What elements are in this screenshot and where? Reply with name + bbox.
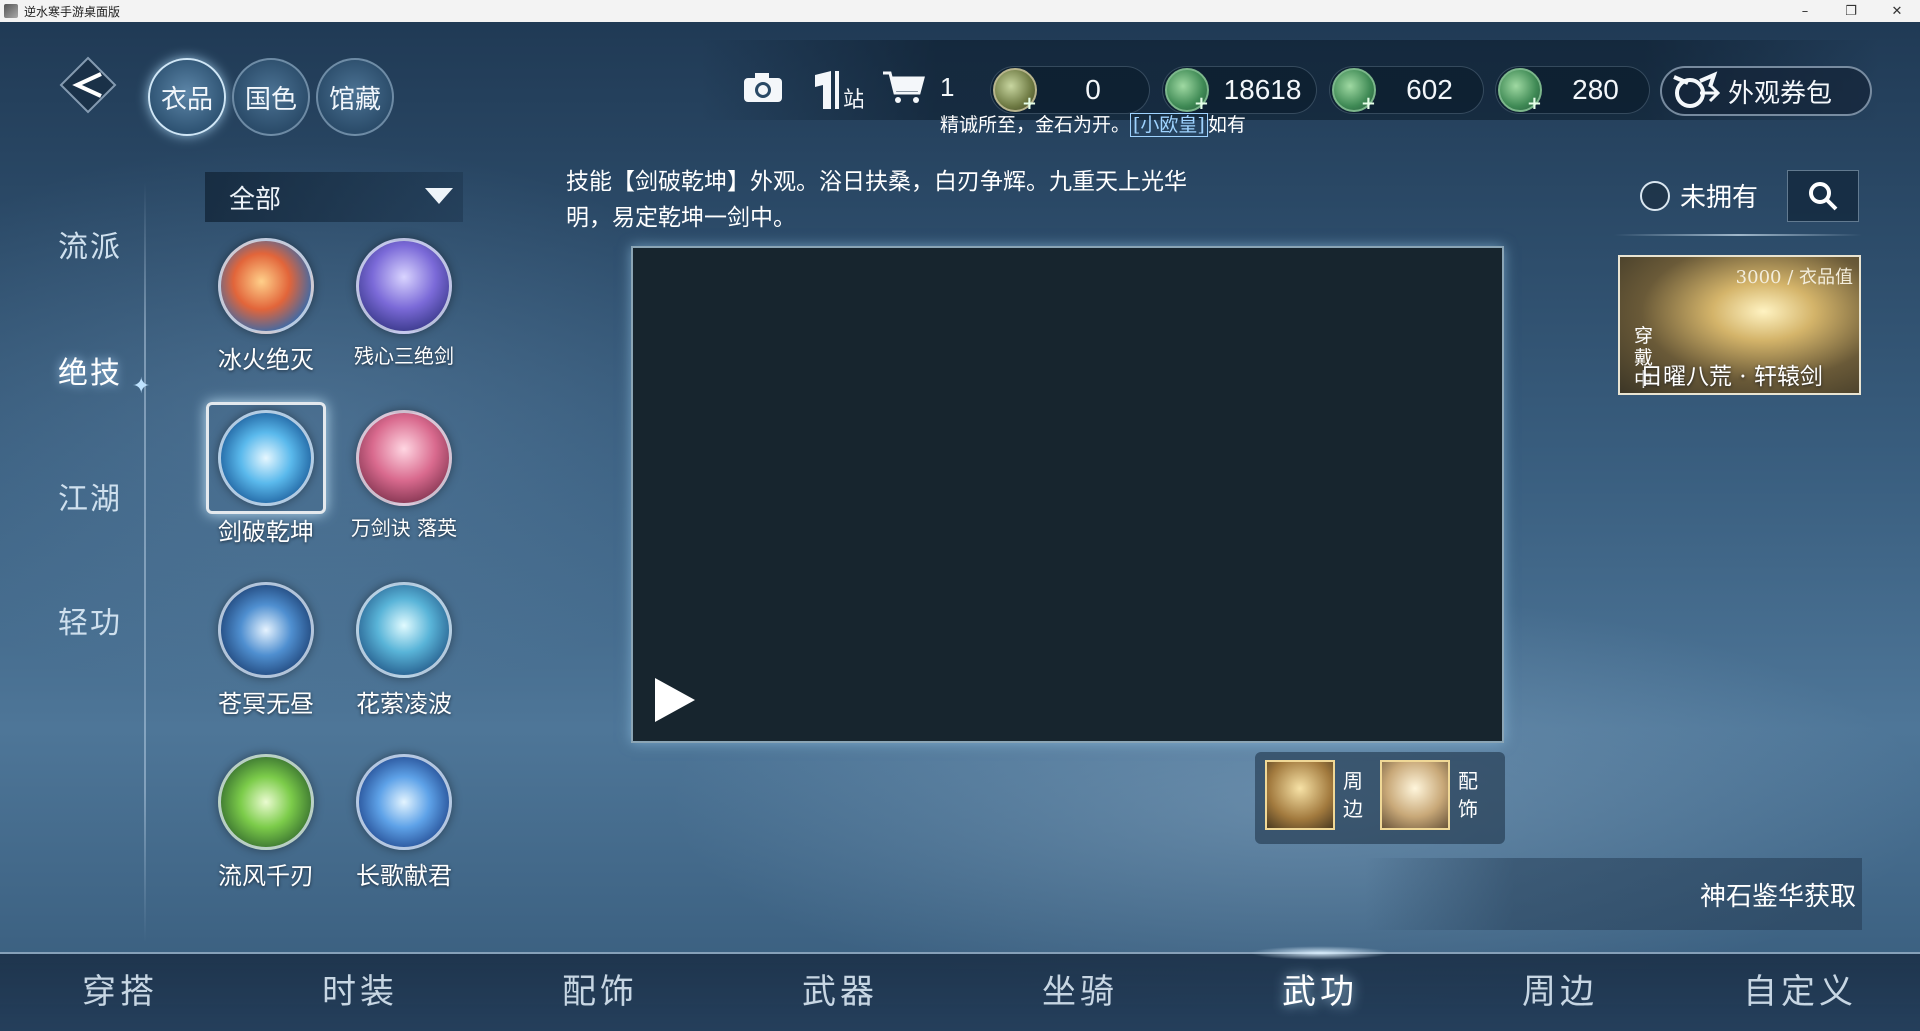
- skill-name: 花萦凌波: [356, 690, 452, 718]
- skill-snowflake-icon: [356, 754, 452, 850]
- filter-dropdown[interactable]: 全部: [205, 172, 463, 222]
- currency-jade-1[interactable]: 18618: [1162, 66, 1317, 114]
- skill-name: 长歌献君: [356, 862, 452, 890]
- tab-wugong[interactable]: 武功: [1240, 964, 1400, 1013]
- skill-name: 流风千刃: [218, 862, 314, 890]
- skill-item[interactable]: 剑破乾坤: [201, 402, 331, 547]
- related-items-box: 周边 配饰: [1255, 752, 1505, 844]
- voucher-pack-label: 外观券包: [1728, 78, 1833, 109]
- skill-item[interactable]: 花萦凌波: [339, 582, 469, 719]
- jade-coin-icon: [1165, 68, 1209, 114]
- tab-peishi[interactable]: 配饰: [520, 964, 680, 1013]
- game-scene: 衣品 国色 馆藏 站 1 0 18618 602 280 外观券包 精诚所至，金…: [0, 22, 1920, 1031]
- tab-zuoqi[interactable]: 坐骑: [1000, 964, 1160, 1013]
- equipped-value: 3000 / 衣品值: [1735, 267, 1853, 288]
- currency-jade-3[interactable]: 280: [1495, 66, 1650, 114]
- cart-icon[interactable]: [880, 67, 926, 107]
- camera-icon[interactable]: [740, 67, 786, 107]
- skill-wind-blade-icon: [218, 754, 314, 850]
- accessory-label: 周边: [1343, 769, 1363, 821]
- not-owned-label: 未拥有: [1680, 183, 1759, 213]
- svg-text:站: 站: [843, 88, 863, 113]
- back-arrow-icon: [59, 56, 117, 114]
- active-tab-glow: [1250, 946, 1390, 960]
- equipped-item-card[interactable]: 3000 / 衣品值 穿戴中 日曜八荒 · 轩辕剑: [1618, 255, 1861, 395]
- voucher-icon: [1673, 71, 1721, 108]
- acquire-link[interactable]: 神石鉴华获取: [1365, 858, 1862, 930]
- window-title: 逆水寒手游桌面版: [24, 4, 121, 19]
- announcement-ticker: 精诚所至，金石为开。 [小欧皇] 如有: [940, 110, 1246, 137]
- skill-item[interactable]: 冰火绝灭: [201, 238, 331, 375]
- accessory-thumbnail: [1380, 760, 1450, 830]
- skill-name: 冰火绝灭: [218, 346, 314, 374]
- app-icon: [4, 4, 18, 18]
- skill-item[interactable]: 长歌献君: [339, 754, 469, 891]
- category-rail: [144, 182, 146, 942]
- selection-frame: [206, 402, 326, 514]
- bottom-tab-bar: 穿搭 时装 配饰 武器 坐骑 武功 周边 自定义: [0, 946, 1920, 1031]
- currency-value: 280: [1572, 74, 1619, 105]
- maximize-button[interactable]: ❐: [1828, 0, 1874, 22]
- category-liupai[interactable]: 流派: [58, 222, 148, 266]
- ticker-prefix: 精诚所至，金石为开。: [940, 114, 1131, 136]
- skill-description: 技能【剑破乾坤】外观。浴日扶桑，白刃争辉。九重天上光华明，易定乾坤一剑中。: [566, 169, 1187, 231]
- minimize-button[interactable]: –: [1782, 0, 1828, 22]
- skill-name: 剑破乾坤: [218, 518, 314, 546]
- accessory-thumbnail: [1265, 760, 1335, 830]
- skill-item[interactable]: 残心三绝剑: [339, 238, 469, 369]
- currency-value: 0: [1085, 74, 1101, 105]
- radio-button[interactable]: [1640, 180, 1670, 211]
- search-button[interactable]: [1787, 170, 1859, 222]
- dropdown-arrow-icon: [425, 188, 453, 204]
- currency-value: 18618: [1223, 74, 1302, 105]
- currency-value: 602: [1406, 74, 1453, 105]
- filter-selected: 全部: [229, 184, 282, 215]
- tab-guose[interactable]: 国色: [232, 58, 310, 136]
- not-owned-toggle[interactable]: 未拥有: [1640, 177, 1758, 214]
- tab-guancang[interactable]: 馆藏: [316, 58, 394, 136]
- close-button[interactable]: ✕: [1874, 0, 1920, 22]
- window-titlebar: 逆水寒手游桌面版 – ❐ ✕: [0, 0, 1920, 22]
- currency-bag[interactable]: 0: [990, 66, 1150, 114]
- cart-count: 1: [940, 72, 955, 102]
- skill-lightning-icon: [218, 582, 314, 678]
- tab-yipin[interactable]: 衣品: [148, 58, 226, 136]
- ticker-highlight[interactable]: [小欧皇]: [1130, 113, 1208, 137]
- skill-preview-video[interactable]: [631, 246, 1504, 743]
- category-qinggong[interactable]: 轻功: [58, 598, 148, 642]
- skill-blossom-icon: [356, 410, 452, 506]
- divider: [1614, 234, 1862, 236]
- wardrobe-station-icon[interactable]: 站: [808, 67, 864, 115]
- active-category-marker-icon: ✦: [132, 374, 151, 399]
- play-icon[interactable]: [655, 678, 695, 722]
- skill-name: 残心三绝剑: [354, 344, 454, 368]
- currency-jade-2[interactable]: 602: [1329, 66, 1484, 114]
- ticker-suffix: 如有: [1207, 114, 1246, 136]
- equipped-name: 日曜八荒 · 轩辕剑: [1640, 364, 1823, 390]
- voucher-pack-button[interactable]: 外观券包: [1660, 66, 1872, 116]
- tab-shizhuang[interactable]: 时装: [280, 964, 440, 1013]
- skill-figure-icon: [356, 238, 452, 334]
- tab-wuqi[interactable]: 武器: [760, 964, 920, 1013]
- related-item-zhoubian[interactable]: 周边: [1265, 760, 1367, 830]
- jade-coin-icon: [1498, 68, 1542, 114]
- tab-zhoubian[interactable]: 周边: [1480, 964, 1640, 1013]
- skill-name: 苍冥无昼: [218, 690, 314, 718]
- skill-name: 万剑诀 落英: [350, 516, 458, 540]
- back-button[interactable]: [55, 52, 121, 118]
- accessory-label: 配饰: [1458, 769, 1478, 821]
- bag-coin-icon: [993, 68, 1037, 114]
- skill-item[interactable]: 流风千刃: [201, 754, 331, 891]
- category-jianghu[interactable]: 江湖: [58, 474, 148, 518]
- skill-phoenix-icon: [218, 238, 314, 334]
- skill-item[interactable]: 苍冥无昼: [201, 582, 331, 719]
- jade-coin-icon: [1332, 68, 1376, 114]
- search-icon: [1809, 182, 1838, 211]
- related-item-peishi[interactable]: 配饰: [1380, 760, 1482, 830]
- tab-zidingyi[interactable]: 自定义: [1720, 964, 1880, 1013]
- tab-chuanda[interactable]: 穿搭: [40, 964, 200, 1013]
- skill-item[interactable]: 万剑诀 落英: [339, 410, 469, 541]
- skill-dancer-icon: [356, 582, 452, 678]
